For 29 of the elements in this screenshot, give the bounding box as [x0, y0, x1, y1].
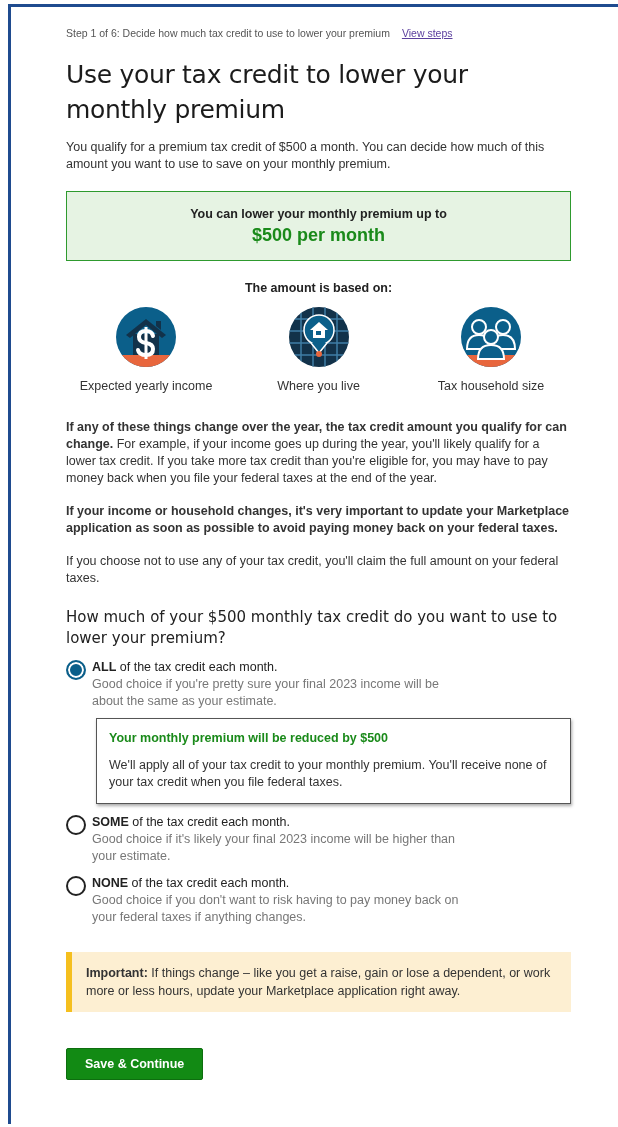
factor-label: Where you live — [277, 379, 360, 393]
option-hint: Good choice if you don't want to risk having to pay money back on your federal taxes if anything changes. — [92, 892, 460, 926]
radio-button[interactable] — [66, 876, 86, 896]
option-label: NONE of the tax credit each month. — [92, 875, 291, 892]
radio-button[interactable] — [66, 815, 86, 835]
result-text: We'll apply all of your tax credit to your monthly premium. You'll receive none of your tax credit when you file federal taxes. — [109, 757, 548, 791]
info-paragraph: If any of these things change over the year, the tax credit amount you qualify for can change. For example, if your income goes up during the year, you'll likely qualify for a lower tax credit. If you take more tax credit than you're eligible for, you may have to pay money back when you file your federal taxes at the end of the year. — [66, 419, 568, 487]
save-continue-button[interactable]: Save & Continue — [66, 1048, 204, 1080]
house-dollar-icon — [116, 307, 176, 367]
savings-label: You can lower your monthly premium up to — [190, 206, 447, 221]
factor-label: Tax household size — [437, 379, 545, 393]
option-label: SOME of the tax credit each month. — [92, 814, 291, 831]
radio-button[interactable] — [66, 660, 86, 680]
alert-text: Important: If things change – like you get a raise, gain or lose a dependent, or work more or less hours, update your Marketplace application right away. — [86, 965, 552, 1000]
savings-amount: $500 per month — [251, 224, 385, 246]
option-hint: Good choice if you're pretty sure your final 2023 income will be about the same as your estimate. — [92, 676, 440, 710]
result-title: Your monthly premium will be reduced by $500 — [109, 731, 389, 745]
people-group-icon — [461, 307, 521, 367]
factor-label: Expected yearly income — [79, 379, 213, 393]
step-indicator: Step 1 of 6: Decide how much tax credit to use to lower your premium — [66, 27, 390, 39]
factors-heading: The amount is based on: — [243, 281, 394, 295]
view-steps-link[interactable]: View steps — [401, 27, 453, 39]
info-paragraph: If your income or household changes, it's very important to update your Marketplace application as soon as possible to avoid paying money back on your federal taxes. — [66, 503, 571, 537]
info-paragraph: If you choose not to use any of your tax credit, you'll claim the full amount on your federal taxes. — [66, 553, 560, 587]
option-hint: Good choice if it's likely your final 2023 income will be higher than your estimate. — [92, 831, 456, 865]
intro-text: You qualify for a premium tax credit of $500 a month. You can decide how much of this amount you want to use to save on your monthly premium. — [66, 139, 546, 173]
question-heading: How much of your $500 monthly tax credit do you want to use to lower your premium? — [66, 607, 559, 649]
option-label: ALL of the tax credit each month. — [92, 659, 279, 676]
page-title: Use your tax credit to lower your monthly premium — [66, 59, 469, 126]
